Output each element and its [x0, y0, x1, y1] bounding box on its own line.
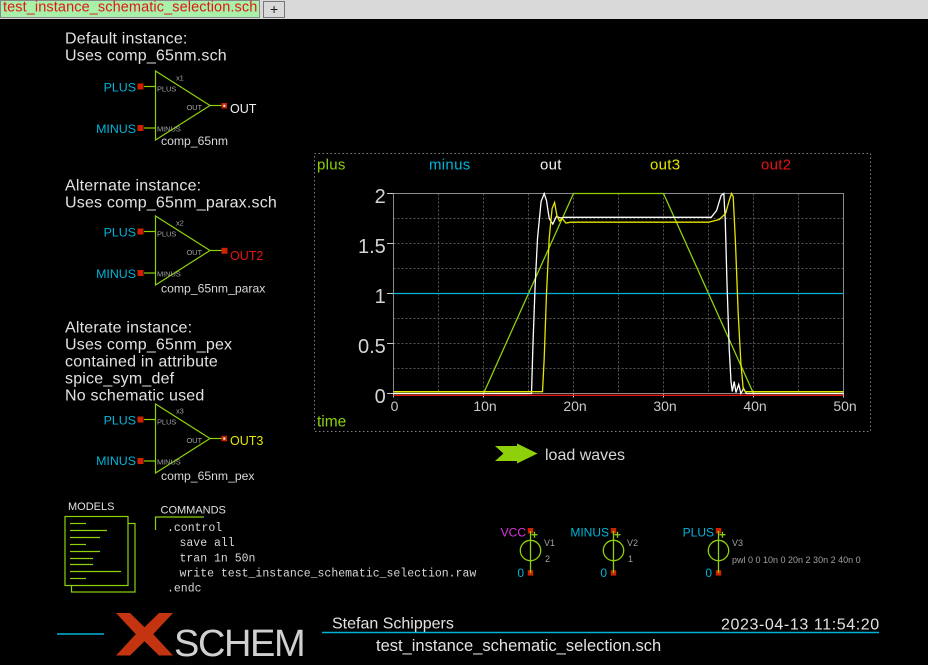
svg-text:MINUS: MINUS [157, 458, 181, 467]
svg-text:1.5: 1.5 [358, 236, 386, 258]
svg-text:No schematic used: No schematic used [65, 388, 204, 405]
svg-text:x2: x2 [176, 219, 184, 228]
svg-text:2: 2 [375, 186, 386, 208]
svg-text:x1: x1 [176, 74, 184, 83]
svg-text:0: 0 [517, 566, 524, 580]
svg-text:test_instance_schematic_select: test_instance_schematic_selection.sch [3, 0, 257, 16]
svg-text:out2: out2 [761, 157, 791, 174]
svg-text:1: 1 [375, 286, 386, 308]
svg-text:test_instance_schematic_select: test_instance_schematic_selection.sch [376, 637, 661, 655]
svg-text:V2: V2 [627, 538, 638, 548]
svg-text:PLUS: PLUS [104, 414, 136, 428]
svg-text:OUT: OUT [186, 248, 202, 257]
svg-text:contained in attribute: contained in attribute [65, 354, 218, 371]
svg-text:30n: 30n [653, 398, 676, 414]
svg-text:SCHEM: SCHEM [174, 623, 304, 665]
svg-text:out: out [540, 157, 562, 174]
svg-text:PLUS: PLUS [157, 230, 176, 239]
svg-text:comp_65nm: comp_65nm [161, 134, 228, 148]
svg-text:MINUS: MINUS [96, 267, 136, 281]
svg-text:0: 0 [375, 386, 386, 408]
svg-text:Stefan Schippers: Stefan Schippers [332, 616, 454, 633]
svg-text:minus: minus [429, 157, 471, 174]
svg-text:50n: 50n [833, 398, 856, 414]
svg-text:Uses comp_65nm.sch: Uses comp_65nm.sch [65, 48, 227, 65]
svg-text:OUT: OUT [186, 436, 202, 445]
svg-text:Alternate instance:: Alternate instance: [65, 178, 201, 195]
svg-text:VCC: VCC [501, 526, 527, 540]
svg-text:MINUS: MINUS [96, 454, 136, 468]
svg-text:0: 0 [705, 566, 712, 580]
svg-text:x3: x3 [176, 407, 184, 416]
svg-text:plus: plus [317, 157, 346, 174]
svg-text:PLUS: PLUS [104, 226, 136, 240]
svg-text:COMMANDS: COMMANDS [161, 505, 226, 517]
svg-text:.control: .control [167, 522, 222, 535]
svg-text:0: 0 [391, 398, 399, 414]
svg-text:Uses comp_65nm_pex: Uses comp_65nm_pex [65, 337, 232, 354]
svg-text:comp_65nm_pex: comp_65nm_pex [161, 469, 255, 483]
svg-text:V3: V3 [732, 538, 743, 548]
svg-text:Default instance:: Default instance: [65, 31, 188, 48]
svg-text:MINUS: MINUS [96, 122, 136, 136]
svg-text:OUT3: OUT3 [230, 434, 263, 448]
svg-text:load waves: load waves [545, 447, 625, 464]
svg-text:OUT: OUT [230, 102, 257, 116]
svg-text:2: 2 [545, 554, 550, 564]
svg-text:1: 1 [628, 554, 633, 564]
svg-text:MODELS: MODELS [68, 501, 114, 513]
svg-text:MINUS: MINUS [570, 526, 609, 540]
svg-text:OUT: OUT [186, 103, 202, 112]
svg-text:V1: V1 [544, 538, 555, 548]
svg-text:.endc: .endc [167, 583, 202, 596]
svg-text:pwl 0 0 10n 0 20n 2 30n 2 40n: pwl 0 0 10n 0 20n 2 30n 2 40n 0 [732, 555, 861, 565]
svg-text:MINUS: MINUS [157, 125, 181, 134]
svg-text:20n: 20n [563, 398, 586, 414]
svg-text:0: 0 [600, 566, 607, 580]
svg-text:PLUS: PLUS [157, 418, 176, 427]
svg-text:PLUS: PLUS [157, 85, 176, 94]
svg-text:Uses comp_65nm_parax.sch: Uses comp_65nm_parax.sch [65, 195, 277, 212]
svg-text:PLUS: PLUS [104, 81, 136, 95]
svg-text:+: + [270, 1, 278, 17]
svg-text:out3: out3 [650, 157, 680, 174]
svg-text:10n: 10n [473, 398, 496, 414]
svg-text:spice_sym_def: spice_sym_def [65, 371, 175, 388]
svg-text:0.5: 0.5 [358, 336, 386, 358]
svg-text:Alterate instance:: Alterate instance: [65, 320, 192, 337]
svg-text:MINUS: MINUS [157, 270, 181, 279]
svg-text:comp_65nm_parax: comp_65nm_parax [161, 282, 265, 296]
svg-text:tran 1n 50n: tran 1n 50n [180, 552, 256, 565]
svg-text:PLUS: PLUS [683, 526, 714, 540]
svg-text:write test_instance_schematic_: write test_instance_schematic_selection.… [180, 567, 477, 580]
svg-text:time: time [317, 414, 346, 431]
svg-text:2023-04-13 11:54:20: 2023-04-13 11:54:20 [721, 617, 880, 634]
svg-text:40n: 40n [743, 398, 766, 414]
svg-text:OUT2: OUT2 [230, 249, 263, 263]
svg-text:save all: save all [180, 537, 235, 550]
